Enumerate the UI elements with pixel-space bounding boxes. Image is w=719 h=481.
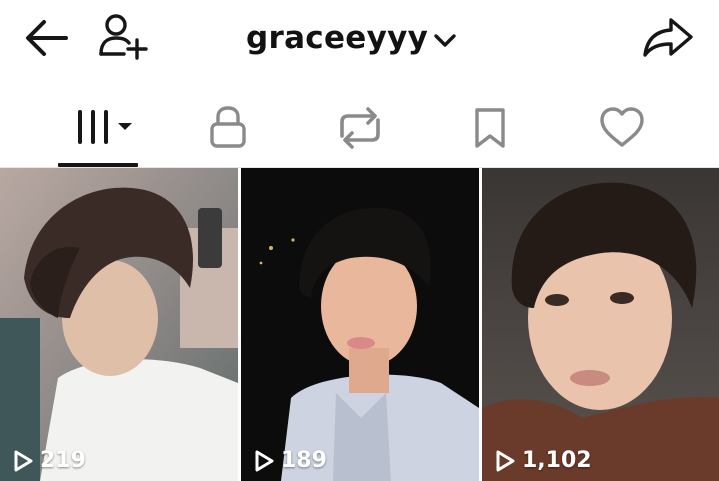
repost-icon[interactable]	[330, 96, 390, 166]
video-tile[interactable]: 1,102	[482, 168, 719, 481]
lock-icon[interactable]	[198, 96, 258, 166]
account-switcher[interactable]: graceeyyy	[246, 18, 458, 58]
profile-tabs	[0, 96, 719, 166]
share-icon[interactable]	[640, 14, 696, 60]
view-count: 219	[40, 448, 86, 473]
view-count-overlay: 1,102	[494, 448, 592, 473]
view-count: 1,102	[522, 448, 592, 473]
back-arrow-icon[interactable]	[22, 16, 72, 60]
video-thumbnail	[241, 168, 479, 481]
play-icon	[496, 450, 515, 471]
play-icon	[255, 450, 274, 471]
heart-icon[interactable]	[592, 96, 652, 166]
video-thumbnail	[482, 168, 719, 481]
video-grid-icon[interactable]	[58, 96, 138, 166]
view-count-overlay: 189	[253, 448, 327, 473]
view-count-overlay: 219	[12, 448, 86, 473]
play-icon	[14, 450, 33, 471]
profile-page: graceeyyy 219 189 1,102	[0, 0, 719, 481]
bookmark-icon[interactable]	[460, 96, 520, 166]
username[interactable]: graceeyyy	[246, 20, 428, 56]
profile-header: graceeyyy	[0, 0, 719, 80]
chevron-down-icon[interactable]	[432, 29, 458, 51]
video-thumbnail	[0, 168, 238, 481]
video-grid: 219 189 1,102	[0, 168, 719, 481]
video-tile[interactable]: 189	[241, 168, 479, 481]
video-tile[interactable]: 219	[0, 168, 238, 481]
view-count: 189	[281, 448, 327, 473]
add-user-icon[interactable]	[96, 10, 152, 62]
